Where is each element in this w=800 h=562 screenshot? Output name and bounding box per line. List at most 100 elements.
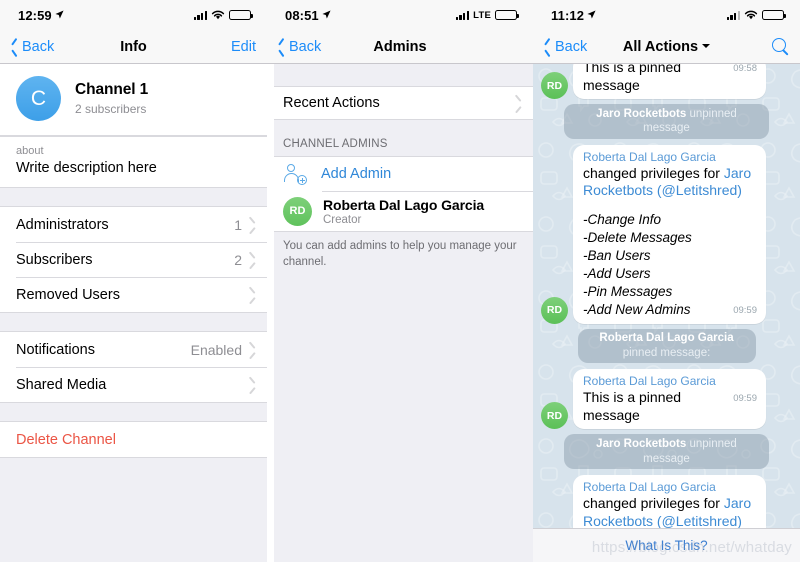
chevron-right-icon	[249, 289, 256, 301]
location-arrow-icon	[587, 10, 596, 18]
panel-admins: 08:51 LTE Back Admins Recent Actions CHA…	[267, 0, 533, 562]
what-is-this-link[interactable]: What Is This?	[625, 538, 707, 553]
back-label: Back	[289, 38, 322, 55]
privilege-item: -Change Info	[583, 211, 662, 227]
row-subscribers[interactable]: Subscribers 2	[0, 242, 267, 277]
chat-messages: RD This is a pinned message 09:58 Jaro R…	[533, 64, 800, 562]
about-description: Write description here	[16, 160, 157, 176]
privilege-item: -Add New Admins	[583, 301, 691, 317]
admin-role: Creator	[323, 213, 362, 226]
subscribers-count: 2	[234, 251, 242, 268]
admin-list-item[interactable]: RD Roberta Dal Lago Garcia Creator	[267, 191, 533, 231]
chevron-right-icon	[249, 344, 256, 356]
message-bubble[interactable]: Roberta Dal Lago Garcia changed privileg…	[573, 144, 766, 324]
channel-header[interactable]: C Channel 1 2 subscribers	[0, 64, 267, 136]
panel-all-actions: 11:12 Back All Actions RD This is a pinn…	[533, 0, 800, 562]
channel-name: Channel 1	[75, 81, 149, 99]
row-shared-media[interactable]: Shared Media	[0, 367, 267, 402]
message-text: This is a pinned message	[583, 389, 682, 423]
message-text: This is a pinned message	[583, 64, 682, 93]
notifications-state: Enabled	[190, 341, 242, 358]
row-removed-users[interactable]: Removed Users	[0, 277, 267, 312]
status-bar-panel2: 08:51 LTE	[267, 0, 533, 30]
settings-group: Notifications Enabled Shared Media	[0, 331, 267, 403]
channel-subscriber-count: 2 subscribers	[75, 101, 147, 116]
delete-channel-label: Delete Channel	[16, 431, 116, 448]
add-person-icon	[283, 163, 307, 185]
nav-bar-panel3: Back All Actions	[533, 30, 800, 64]
three-panel-screenshot: 12:59 Back Info Edit C Channel 1 2 subsc…	[0, 0, 800, 562]
avatar: RD	[541, 72, 568, 99]
avatar: RD	[541, 296, 568, 324]
chat-message[interactable]: RD Roberta Dal Lago Garcia changed privi…	[541, 144, 792, 324]
chat-log[interactable]: RD This is a pinned message 09:58 Jaro R…	[533, 64, 800, 562]
all-actions-label: All Actions	[622, 38, 699, 55]
privilege-item: -Delete Messages	[583, 229, 692, 245]
battery-icon	[495, 9, 519, 21]
channel-admins-section-title: CHANNEL ADMINS	[283, 138, 388, 150]
avatar: RD	[283, 196, 312, 226]
service-message-text: Jaro Rocketbots unpinned message	[564, 104, 769, 139]
panel2-body: Recent Actions CHANNEL ADMINS Add Admin …	[267, 64, 533, 562]
location-arrow-icon	[322, 10, 331, 18]
message-text-prefix: changed privileges for	[583, 495, 724, 512]
back-button-panel2[interactable]: Back	[278, 39, 321, 55]
admin-name: Roberta Dal Lago Garcia	[323, 196, 485, 213]
message-bubble[interactable]: Roberta Dal Lago Garcia This is a pinned…	[573, 369, 766, 430]
panel-channel-info: 12:59 Back Info Edit C Channel 1 2 subsc…	[0, 0, 267, 562]
privilege-item: -Add Users	[583, 265, 651, 281]
about-section[interactable]: about Write description here	[0, 136, 267, 188]
row-label: Removed Users	[16, 286, 120, 303]
back-button-panel1[interactable]: Back	[11, 39, 54, 55]
cellular-signal-icon	[193, 10, 207, 20]
service-message-text: Roberta Dal Lago Garcia pinned message:	[577, 328, 756, 364]
row-label: Shared Media	[16, 376, 107, 393]
row-notifications[interactable]: Notifications Enabled	[0, 332, 267, 367]
row-label: Subscribers	[16, 251, 93, 268]
panel-edge-sliver	[267, 64, 274, 562]
chevron-right-icon	[515, 97, 522, 109]
nav-bar-panel2: Back Admins	[267, 30, 533, 64]
message-author: Roberta Dal Lago Garcia	[583, 480, 716, 495]
chevron-left-icon	[11, 40, 19, 54]
about-label: about	[16, 145, 44, 157]
privileges-list: -Change Info -Delete Messages -Ban Users…	[583, 211, 757, 319]
avatar: RD	[541, 402, 568, 430]
add-admin-label: Add Admin	[321, 166, 392, 182]
message-time: 09:59	[733, 304, 757, 316]
cellular-signal-icon	[455, 10, 470, 20]
administrators-count: 1	[234, 216, 242, 233]
search-icon[interactable]	[772, 38, 789, 55]
network-type-label: LTE	[473, 9, 491, 21]
delete-channel-button[interactable]: Delete Channel	[0, 422, 267, 457]
service-actor: Jaro Rocketbots	[596, 107, 687, 120]
message-bubble[interactable]: This is a pinned message 09:58	[573, 64, 766, 99]
chat-message[interactable]: RD Roberta Dal Lago Garcia This is a pin…	[541, 369, 792, 430]
wifi-icon	[744, 10, 758, 20]
privilege-item: -Ban Users	[583, 247, 651, 263]
recent-actions-label: Recent Actions	[283, 95, 380, 111]
chevron-right-icon	[249, 219, 256, 231]
row-label: Administrators	[16, 216, 109, 233]
service-actor: Jaro Rocketbots	[596, 437, 687, 450]
danger-group: Delete Channel	[0, 421, 267, 458]
wifi-icon	[211, 10, 225, 20]
message-time: 09:58	[733, 64, 757, 74]
service-message: Roberta Dal Lago Garcia pinned message:	[541, 328, 792, 364]
edit-button[interactable]: Edit	[231, 39, 256, 55]
status-bar-panel1: 12:59	[0, 0, 267, 30]
chevron-right-icon	[249, 254, 256, 266]
chat-message[interactable]: RD This is a pinned message 09:58	[541, 64, 792, 99]
privilege-item: -Pin Messages	[583, 283, 673, 299]
row-label: Notifications	[16, 341, 95, 358]
row-administrators[interactable]: Administrators 1	[0, 207, 267, 242]
add-admin-row[interactable]: Add Admin	[267, 157, 533, 191]
chevron-down-icon	[702, 43, 711, 48]
message-author: Roberta Dal Lago Garcia	[583, 149, 716, 164]
chevron-right-icon	[249, 379, 256, 391]
service-message: Jaro Rocketbots unpinned message	[541, 434, 792, 470]
status-time: 12:59	[18, 7, 52, 23]
back-button-panel3[interactable]: Back	[544, 39, 587, 55]
admins-group: Add Admin RD Roberta Dal Lago Garcia Cre…	[267, 156, 533, 232]
recent-actions-row[interactable]: Recent Actions	[267, 86, 533, 120]
